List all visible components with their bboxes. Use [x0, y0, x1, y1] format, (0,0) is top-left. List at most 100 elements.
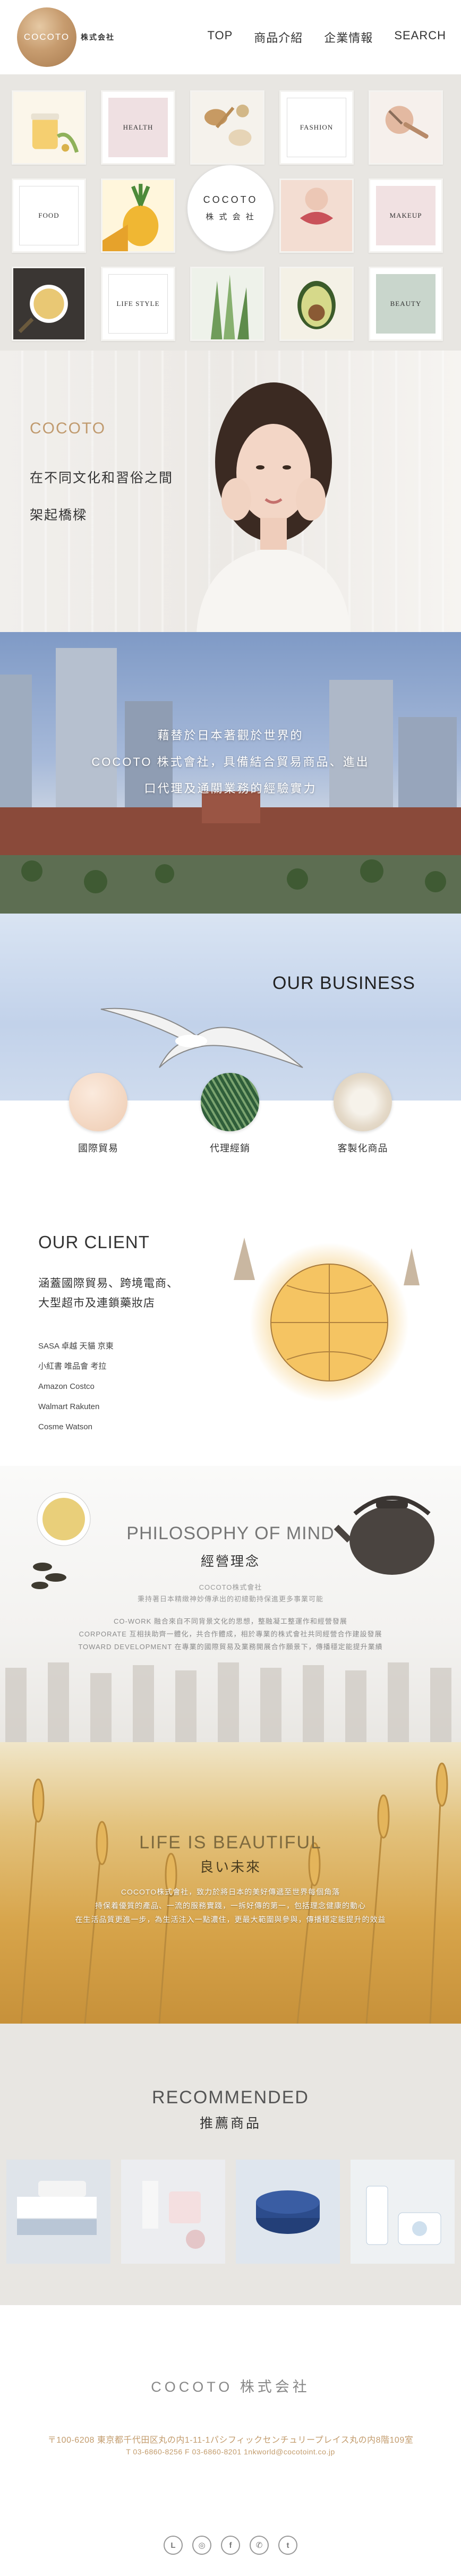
philosophy-description: 秉持著日本精緻神妙傳承出的初總動持保進更多事業可能 — [137, 1595, 323, 1603]
philosophy-subtitle: 經營理念 — [200, 1554, 260, 1569]
category-grid: HEALTH FASHION FOOD MAKEUP COCOTO 株 式 会 … — [0, 74, 461, 351]
tile-fashion-label: FASHION — [287, 98, 346, 157]
spoons-image — [192, 92, 263, 163]
hero-brand: COCOTO — [30, 420, 106, 437]
tile-honey-photo[interactable] — [12, 90, 86, 165]
glowing-globe-image — [234, 1238, 420, 1402]
life-line3: 在生活品質更進一步，為生活注入一點濃住，更最大範圍與參與，傳播穩定能提升的效益 — [75, 1915, 386, 1924]
logo-circle: COCOTO — [17, 7, 76, 67]
blue-cream-image — [236, 2160, 340, 2264]
client-list: SASA 卓越 天貓 京東 小紅書 唯品會 考拉 Amazon Costco W… — [38, 1336, 114, 1437]
tile-food-label: FOOD — [19, 186, 79, 245]
product-card-cream[interactable] — [236, 2160, 340, 2264]
philosophy-title: PHILOSOPHY OF MIND — [126, 1523, 335, 1543]
hero-tagline-line2: 架起橋樑 — [30, 508, 88, 523]
lips-image — [281, 180, 352, 251]
center-brand-badge: COCOTO 株 式 会 社 — [187, 165, 274, 252]
tile-makeup[interactable]: MAKEUP — [369, 178, 443, 253]
life-line1: COCOTO株式會社，致力於將日本的美好傳遞至世界每個角落 — [121, 1888, 340, 1896]
city-statement: 藉替於日本著觀於世界的 COCOTO 株式會社，具備結合貿易商品、進出 口代理及… — [0, 722, 461, 802]
tile-pineapple-photo[interactable] — [101, 178, 175, 253]
recommended-subtitle: 推薦商品 — [199, 2116, 261, 2131]
instagram-icon[interactable]: ◎ — [192, 2536, 211, 2555]
nav-search[interactable]: SEARCH — [394, 29, 446, 46]
tile-aloe-photo[interactable] — [190, 267, 264, 341]
facebook-icon[interactable]: f — [221, 2536, 240, 2555]
main-nav: TOP 商品介紹 企業情報 SEARCH — [207, 29, 446, 46]
client-title: OUR CLIENT — [38, 1232, 150, 1252]
tile-lifestyle-label: LIFE STYLE — [108, 274, 168, 334]
whatsapp-icon[interactable]: ✆ — [250, 2536, 269, 2555]
recommended-section: RECOMMENDED 推薦商品 — [0, 2024, 461, 2305]
aloe-image — [192, 268, 263, 339]
tile-tea-photo[interactable] — [12, 267, 86, 341]
product-card-skincare[interactable] — [121, 2160, 225, 2264]
client-list-item: Walmart Rakuten — [38, 1402, 100, 1411]
page: COCOTO 株式会社 TOP 商品介紹 企業情報 SEARCH HEALTH … — [0, 0, 461, 2576]
business-item-agency[interactable]: 代理經銷 — [190, 1073, 270, 1155]
tile-beauty[interactable]: BEAUTY — [369, 267, 443, 341]
philosophy-section: PHILOSOPHY OF MIND 經營理念 COCOTO株式會社 秉持著日本… — [0, 1466, 461, 1742]
wheat-field-image — [20, 1762, 448, 2024]
nav-products[interactable]: 商品介紹 — [254, 29, 303, 46]
bath-products-image — [351, 2160, 455, 2264]
leaf-image — [201, 1073, 259, 1131]
client-list-item: Amazon Costco — [38, 1382, 95, 1391]
business-title: OUR BUSINESS — [272, 973, 415, 993]
tile-lips-photo[interactable] — [279, 178, 354, 253]
nav-company[interactable]: 企業情報 — [324, 29, 373, 46]
site-logo[interactable]: COCOTO 株式会社 — [17, 7, 115, 67]
business-item-custom[interactable]: 客製化商品 — [323, 1073, 403, 1155]
tile-fashion[interactable]: FASHION — [279, 90, 354, 165]
tile-brush-photo[interactable] — [369, 90, 443, 165]
business-item-custom-label: 客製化商品 — [337, 1143, 388, 1154]
philosophy-brand: COCOTO株式會社 — [199, 1583, 262, 1591]
skincare-image — [121, 2160, 225, 2264]
tile-health[interactable]: HEALTH — [101, 90, 175, 165]
client-section: OUR CLIENT 涵蓋國際貿易、跨境電商、 大型超市及連鎖藥妝店 SASA … — [0, 1190, 461, 1466]
hero-model-image — [197, 382, 351, 632]
hero-banner: COCOTO 在不同文化和習俗之間 架起橋樑 — [0, 351, 461, 632]
logo-text: 株式会社 — [81, 33, 115, 41]
client-subtitle-line2: 大型超市及連鎖藥妝店 — [38, 1297, 155, 1309]
makeup-brush-image — [370, 92, 441, 163]
tile-lifestyle[interactable]: LIFE STYLE — [101, 267, 175, 341]
bottles-image — [5, 1662, 451, 1742]
center-brand-sub: 株 式 会 社 — [206, 212, 255, 221]
philosophy-line1: CO-WORK 融合來自不同背景文化的思想，整融凝工整運作和經營發展 — [114, 1617, 347, 1625]
site-footer: COCOTO 株式会社 〒100-6208 東京都千代田区丸の内1-11-1パシ… — [0, 2305, 461, 2576]
business-section: OUR BUSINESS 國際貿易 代理經銷 客製化商品 — [0, 914, 461, 1190]
city-statement-line2: COCOTO 株式會社，具備結合貿易商品、進出 — [91, 755, 370, 769]
tile-food[interactable]: FOOD — [12, 178, 86, 253]
product-card-bath[interactable] — [351, 2160, 455, 2264]
pineapple-image — [103, 180, 174, 251]
business-item-agency-label: 代理經銷 — [210, 1143, 250, 1154]
twitter-icon[interactable]: t — [278, 2536, 297, 2555]
product-card-towels[interactable] — [6, 2160, 110, 2264]
custom-product-image — [334, 1073, 392, 1131]
hero-tagline-line1: 在不同文化和習俗之間 — [30, 471, 174, 485]
site-header: COCOTO 株式会社 TOP 商品介紹 企業情報 SEARCH — [0, 0, 461, 74]
client-list-item: Cosme Watson — [38, 1422, 92, 1431]
recommended-products — [6, 2160, 455, 2264]
recommended-title: RECOMMENDED — [152, 2087, 309, 2108]
footer-address: 〒100-6208 東京都千代田区丸の内1-11-1パシフィックセンチュリープレ… — [47, 2436, 414, 2445]
business-item-trade[interactable]: 國際貿易 — [58, 1073, 138, 1155]
tile-makeup-label: MAKEUP — [376, 186, 436, 245]
life-line2: 持保着優質的產品、一流的服務實踐，一拆好傳的第一，包括理念健康的動心 — [95, 1901, 366, 1910]
life-subtitle: 良い未來 — [199, 1859, 261, 1875]
tile-spoons-photo[interactable] — [190, 90, 264, 165]
life-title: LIFE IS BEAUTIFUL — [139, 1832, 322, 1853]
social-links: L ◎ f ✆ t — [0, 2536, 461, 2555]
center-brand-name: COCOTO — [203, 194, 258, 205]
towels-image — [6, 2160, 110, 2264]
tea-cup-image — [13, 268, 84, 339]
tile-avocado-photo[interactable] — [279, 267, 354, 341]
nav-top[interactable]: TOP — [207, 29, 233, 46]
footer-logo: COCOTO 株式会社 — [151, 2379, 310, 2395]
line-icon[interactable]: L — [164, 2536, 183, 2555]
client-list-item: SASA 卓越 天貓 京東 — [38, 1342, 114, 1351]
honey-image — [13, 92, 84, 163]
business-item-trade-label: 國際貿易 — [78, 1143, 118, 1154]
trade-image — [69, 1073, 127, 1131]
